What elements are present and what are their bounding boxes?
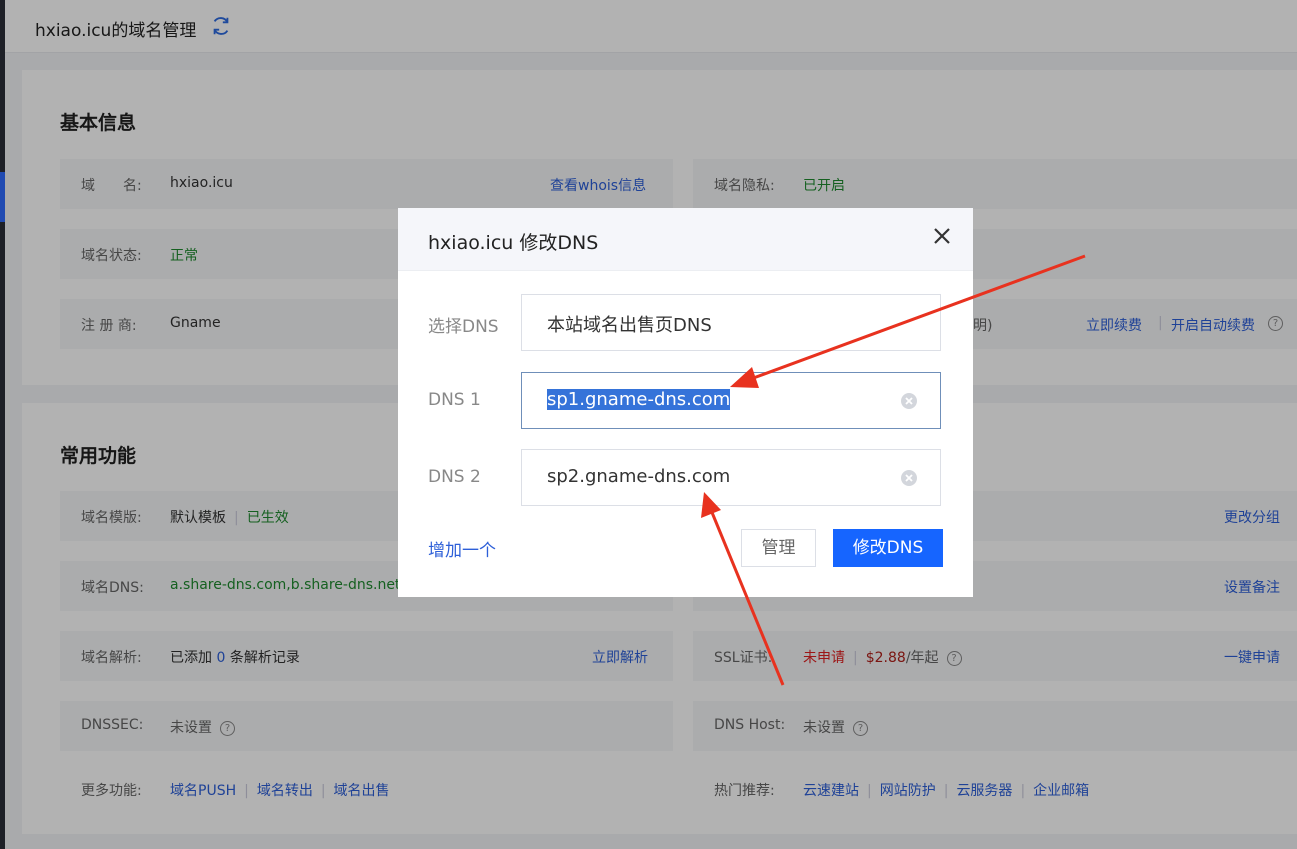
clear-icon[interactable] xyxy=(899,391,919,411)
dns1-label: DNS 1 xyxy=(428,390,481,410)
modify-dns-button[interactable]: 修改DNS xyxy=(833,529,943,567)
manage-button[interactable]: 管理 xyxy=(741,529,816,567)
dns2-value: sp2.gname-dns.com xyxy=(547,466,731,487)
clear-icon[interactable] xyxy=(899,468,919,488)
select-dns-label: 选择DNS xyxy=(428,317,499,337)
select-dns-field[interactable]: 本站域名出售页DNS xyxy=(521,294,941,351)
dns2-label: DNS 2 xyxy=(428,467,481,487)
dialog-header: hxiao.icu 修改DNS xyxy=(398,208,973,271)
dns1-input[interactable]: sp1.gname-dns.com xyxy=(521,372,941,429)
add-dns-link[interactable]: 增加一个 xyxy=(428,536,496,561)
close-icon[interactable] xyxy=(932,226,952,246)
modify-dns-dialog: hxiao.icu 修改DNS 选择DNS 本站域名出售页DNS DNS 1 s… xyxy=(398,208,973,597)
dns2-input[interactable]: sp2.gname-dns.com xyxy=(521,449,941,506)
dialog-title: hxiao.icu 修改DNS xyxy=(428,232,599,254)
dns1-value: sp1.gname-dns.com xyxy=(547,389,731,410)
select-dns-value: 本站域名出售页DNS xyxy=(547,315,712,336)
